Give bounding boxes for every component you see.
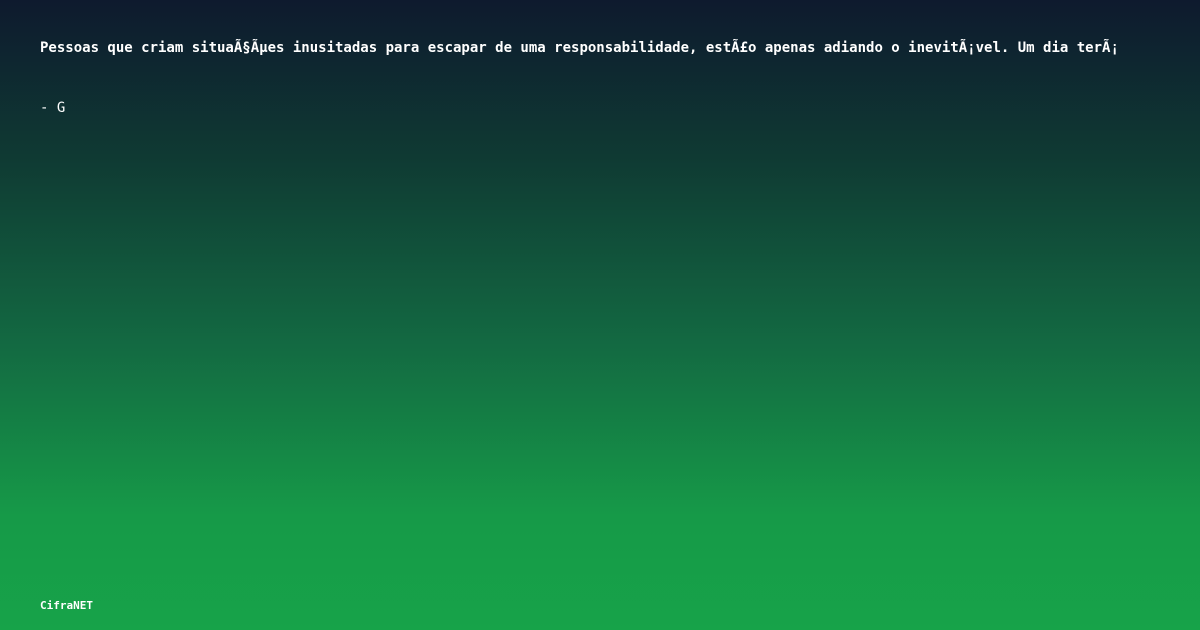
quote-text: Pessoas que criam situaÃ§Ãµes inusitadas… xyxy=(40,40,1119,56)
quote-author: - G xyxy=(40,100,66,116)
brand-name: CifraNET xyxy=(40,599,93,612)
quote-card: Pessoas que criam situaÃ§Ãµes inusitadas… xyxy=(0,0,1200,630)
